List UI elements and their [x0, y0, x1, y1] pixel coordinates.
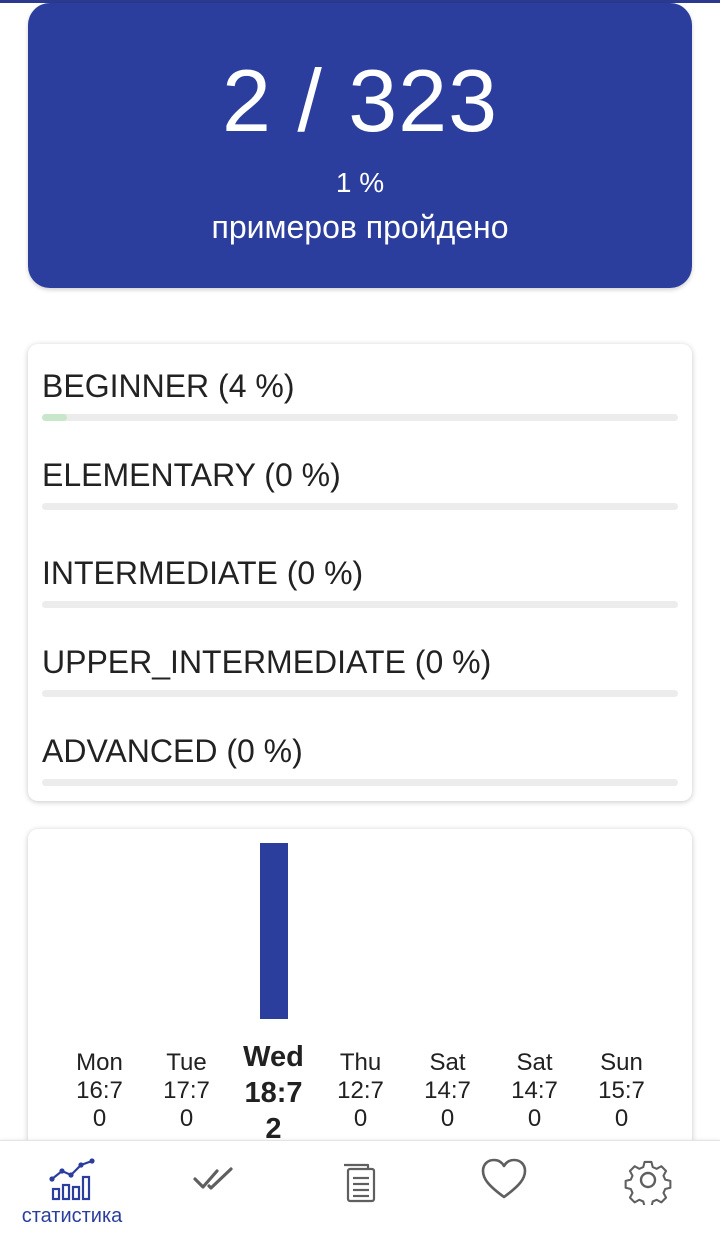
chart-label-line3: 0 [527, 1105, 542, 1132]
progress-summary-card: 2 / 323 1 % примеров пройдено [28, 3, 692, 288]
double-check-icon [193, 1167, 233, 1190]
level-label: UPPER_INTERMEDIATE (0 %) [42, 644, 492, 680]
level-label: INTERMEDIATE (0 %) [42, 555, 364, 591]
chart-label-line2: 16:7 [76, 1077, 123, 1104]
chart-label-line3: 0 [614, 1105, 629, 1132]
chart-label-line3: 0 [179, 1105, 194, 1132]
nav-examples[interactable] [288, 1141, 432, 1239]
nav-favorites[interactable] [432, 1141, 576, 1239]
chart-day-label: Sun 15:7 0 [578, 1049, 665, 1133]
chart-label-line3: 0 [353, 1105, 368, 1132]
level-label: ADVANCED (0 %) [42, 733, 303, 769]
chart-day-column: Sat 14:7 0 [491, 829, 578, 1159]
chart-label-line2: 14:7 [424, 1077, 471, 1104]
level-row-elementary[interactable]: ELEMENTARY (0 %) [42, 455, 678, 535]
level-row-intermediate[interactable]: INTERMEDIATE (0 %) [42, 553, 678, 633]
chart-label-line3: 0 [440, 1105, 455, 1132]
chart-day-label: Thu 12:7 0 [317, 1049, 404, 1133]
level-row-upper-intermediate[interactable]: UPPER_INTERMEDIATE (0 %) [42, 642, 678, 722]
level-progress-track [42, 414, 678, 421]
nav-completed[interactable] [144, 1141, 288, 1239]
level-progress-track [42, 601, 678, 608]
weekly-activity-chart: Mon 16:7 0 Tue 17:7 0 Wed 18:7 2 Thu 12:7 0 Sat 14:7 0… [28, 829, 692, 1159]
completed-percent: 1 % [335, 167, 385, 198]
level-progress-track [42, 779, 678, 786]
statistics-icon [49, 1158, 95, 1201]
level-row-beginner[interactable]: BEGINNER (4 %) [42, 366, 678, 446]
chart-label-line2: 14:7 [511, 1077, 558, 1104]
chart-label-line1: Sat [429, 1049, 466, 1076]
chart-bar [260, 843, 288, 1019]
level-progress-fill [42, 414, 68, 421]
chart-label-line1: Tue [166, 1049, 207, 1076]
chart-label-line1: Wed [243, 1041, 304, 1073]
chart-label-line1: Mon [76, 1049, 123, 1076]
level-row-advanced[interactable]: ADVANCED (0 %) [42, 731, 678, 811]
chart-label-line2: 12:7 [337, 1077, 384, 1104]
chart-day-column: Thu 12:7 0 [317, 829, 404, 1159]
chart-label-line2: 15:7 [598, 1077, 645, 1104]
chart-label-line1: Sun [600, 1049, 643, 1076]
bottom-navigation: статистика [0, 1140, 720, 1239]
completed-caption: примеров пройдено [211, 209, 509, 245]
completed-count: 2 / 323 [221, 51, 499, 150]
chart-day-column: Sat 14:7 0 [404, 829, 491, 1159]
nav-statistics[interactable]: статистика [0, 1141, 144, 1239]
heart-icon [481, 1158, 527, 1199]
chart-label-line1: Thu [339, 1049, 382, 1076]
documents-icon [344, 1163, 376, 1203]
chart-day-label: Sat 14:7 0 [404, 1049, 491, 1133]
gear-icon [624, 1160, 672, 1205]
nav-settings[interactable] [576, 1141, 720, 1239]
level-label: BEGINNER (4 %) [42, 368, 295, 404]
chart-day-label: Sat 14:7 0 [491, 1049, 578, 1133]
chart-day-column: Tue 17:7 0 [143, 829, 230, 1159]
nav-label-statistics: статистика [21, 1205, 123, 1227]
chart-label-line1: Sat [516, 1049, 553, 1076]
levels-card: BEGINNER (4 %) ELEMENTARY (0 %) INTERMED… [28, 344, 692, 801]
chart-label-line2: 18:7 [244, 1077, 303, 1109]
chart-label-line2: 17:7 [163, 1077, 210, 1104]
chart-day-column: Wed 18:7 2 [230, 829, 317, 1159]
chart-day-label: Mon 16:7 0 [56, 1049, 143, 1133]
chart-day-label: Wed 18:7 2 [230, 1039, 317, 1147]
chart-label-line3: 0 [92, 1105, 107, 1132]
level-label: ELEMENTARY (0 %) [42, 457, 341, 493]
chart-day-column: Sun 15:7 0 [578, 829, 665, 1159]
level-progress-track [42, 503, 678, 510]
level-progress-track [42, 690, 678, 697]
chart-day-column: Mon 16:7 0 [56, 829, 143, 1159]
chart-day-label: Tue 17:7 0 [143, 1049, 230, 1133]
